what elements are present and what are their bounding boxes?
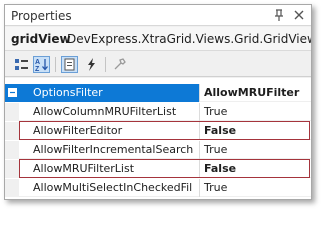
property-row[interactable]: AllowMultiSelectInCheckedFil True xyxy=(5,179,311,197)
property-name: AllowMultiSelectInCheckedFil xyxy=(19,179,199,197)
property-value[interactable]: False xyxy=(200,160,311,178)
alphabetical-icon[interactable]: AZ xyxy=(33,56,50,73)
property-row[interactable]: AllowFilterIncrementalSearch True xyxy=(5,141,311,159)
property-row[interactable]: AllowMRUFilterList False xyxy=(5,160,311,178)
svg-text:Z: Z xyxy=(35,66,40,72)
row-margin xyxy=(5,103,19,121)
close-icon[interactable] xyxy=(291,7,307,23)
property-name: AllowMRUFilterList xyxy=(19,160,199,178)
row-margin xyxy=(5,122,19,140)
row-margin xyxy=(5,84,19,102)
row-margin xyxy=(5,160,19,178)
object-selector[interactable]: gridView DevExpress.XtraGrid.Views.Grid.… xyxy=(5,27,311,51)
category-value: AllowMRUFilter xyxy=(200,84,311,102)
toolbar-separator xyxy=(55,57,56,72)
row-margin xyxy=(5,141,19,159)
properties-icon[interactable] xyxy=(61,56,78,73)
properties-window-frame: Properties gridView DevExpress.XtraGrid.… xyxy=(0,0,321,208)
object-type: DevExpress.XtraGrid.Views.Grid.GridView xyxy=(67,32,312,46)
property-value[interactable]: True xyxy=(200,179,311,197)
window-title: Properties xyxy=(11,9,72,23)
categorized-icon[interactable] xyxy=(13,56,30,73)
category-name: OptionsFilter xyxy=(19,84,199,102)
title-bar: Properties xyxy=(5,5,311,26)
properties-panel: Properties gridView DevExpress.XtraGrid.… xyxy=(4,4,312,200)
svg-text:A: A xyxy=(35,59,40,66)
property-value[interactable]: True xyxy=(200,141,311,159)
toolbar-separator xyxy=(105,57,106,72)
events-icon[interactable] xyxy=(83,56,100,73)
property-row[interactable]: AllowFilterEditor False xyxy=(5,122,311,140)
property-name: AllowColumnMRUFilterList xyxy=(19,103,199,121)
collapse-icon[interactable] xyxy=(8,88,17,97)
object-name: gridView xyxy=(11,32,71,46)
property-pages-icon[interactable] xyxy=(111,56,128,73)
pin-icon[interactable] xyxy=(271,7,287,23)
property-row[interactable]: AllowColumnMRUFilterList True xyxy=(5,103,311,121)
property-value[interactable]: True xyxy=(200,103,311,121)
property-name: AllowFilterIncrementalSearch xyxy=(19,141,199,159)
property-grid: OptionsFilter AllowMRUFilter AllowColumn… xyxy=(5,78,311,199)
property-name: AllowFilterEditor xyxy=(19,122,199,140)
property-value[interactable]: False xyxy=(200,122,311,140)
category-row[interactable]: OptionsFilter AllowMRUFilter xyxy=(5,84,311,102)
properties-toolbar: AZ xyxy=(5,52,311,77)
row-margin xyxy=(5,179,19,197)
